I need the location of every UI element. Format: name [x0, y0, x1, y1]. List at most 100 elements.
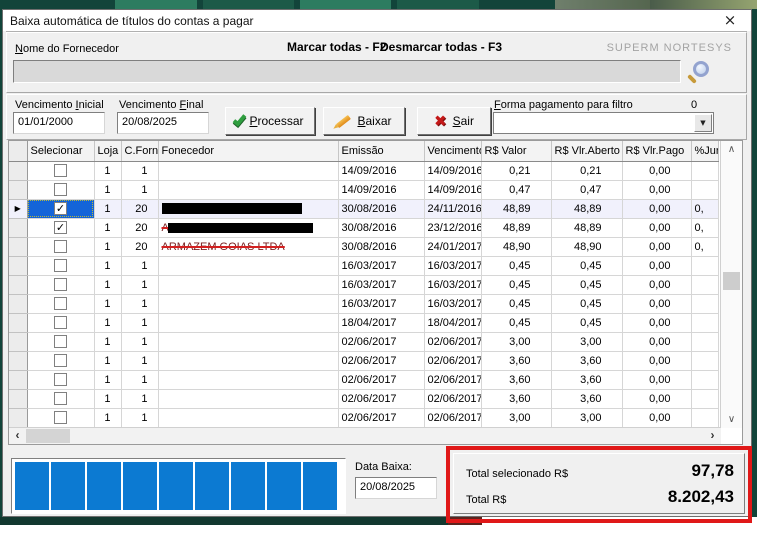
select-cell[interactable]	[27, 332, 94, 351]
vertical-scrollbar[interactable]: ∧ ∨	[720, 141, 742, 428]
table-row: 1102/06/201702/06/20173,003,000,00	[9, 408, 718, 427]
cell-vencimento: 02/06/2017	[424, 332, 481, 351]
select-cell[interactable]	[27, 237, 94, 256]
venc-final-input[interactable]: 20/08/2025	[117, 112, 209, 134]
select-cell[interactable]: ✓	[27, 218, 94, 237]
row-checkbox[interactable]	[54, 373, 67, 386]
column-header[interactable]: R$ Valor	[481, 141, 551, 161]
cell-valor: 0,45	[481, 256, 551, 275]
cell-vencimento: 24/01/2017	[424, 237, 481, 256]
select-cell[interactable]	[27, 256, 94, 275]
cell-vlr-aberto: 3,00	[551, 332, 622, 351]
baixar-button[interactable]: Baixar	[323, 107, 405, 135]
column-header[interactable]: Selecionar	[27, 141, 94, 161]
row-checkbox[interactable]	[54, 392, 67, 405]
supplier-input[interactable]	[13, 60, 681, 83]
cell-valor: 3,00	[481, 332, 551, 351]
chevron-down-icon[interactable]: ▼	[694, 114, 712, 132]
cell-vlr-pago: 0,00	[622, 332, 691, 351]
row-checkbox[interactable]: ✓	[54, 221, 67, 234]
column-header[interactable]: Vencimento	[424, 141, 481, 161]
mark-all-label[interactable]: Marcar todas - F2	[287, 40, 386, 54]
cell-emissao: 18/04/2017	[338, 313, 424, 332]
cell-emissao: 02/06/2017	[338, 408, 424, 427]
close-icon[interactable]: ×	[715, 10, 745, 31]
row-gutter	[9, 389, 27, 408]
row-checkbox[interactable]	[54, 297, 67, 310]
select-cell[interactable]	[27, 351, 94, 370]
select-cell[interactable]	[27, 294, 94, 313]
data-baixa-input[interactable]: 20/08/2025	[355, 477, 437, 499]
row-checkbox[interactable]	[54, 354, 67, 367]
table-row: 120ARMAZEM GOIAS LTDA30/08/201624/01/201…	[9, 237, 718, 256]
processar-button[interactable]: Processar	[225, 107, 315, 135]
cell-fornecedor	[158, 370, 338, 389]
horizontal-scroll-thumb[interactable]	[26, 429, 70, 443]
column-header[interactable]: Emissão	[338, 141, 424, 161]
row-gutter	[9, 294, 27, 313]
column-header[interactable]: C.Forn.	[121, 141, 158, 161]
cell-loja: 1	[94, 408, 121, 427]
select-cell[interactable]: ✓	[27, 199, 94, 218]
unmark-all-label[interactable]: Desmarcar todas - F3	[380, 40, 502, 54]
row-checkbox[interactable]	[54, 316, 67, 329]
clear-filter-eraser-icon[interactable]	[720, 109, 745, 131]
row-gutter	[9, 370, 27, 389]
title-bar[interactable]: Baixa automática de títulos do contas a …	[3, 10, 751, 31]
progress-block	[123, 462, 157, 510]
row-checkbox[interactable]	[54, 259, 67, 272]
cell-valor: 0,45	[481, 294, 551, 313]
vertical-scroll-thumb[interactable]	[723, 272, 740, 290]
column-header[interactable]: Loja	[94, 141, 121, 161]
row-checkbox[interactable]	[54, 278, 67, 291]
horizontal-scrollbar[interactable]: ‹ ›	[9, 427, 721, 444]
select-cell[interactable]	[27, 389, 94, 408]
select-cell[interactable]	[27, 313, 94, 332]
row-checkbox[interactable]	[54, 411, 67, 424]
scroll-down-icon[interactable]: ∨	[721, 411, 742, 428]
venc-final-label: Vencimento Final	[119, 99, 203, 111]
column-header[interactable]: R$ Vlr.Aberto	[551, 141, 622, 161]
sair-button[interactable]: ✖ Sair	[417, 107, 491, 135]
row-checkbox[interactable]	[54, 164, 67, 177]
column-header[interactable]: Fonecedor	[158, 141, 338, 161]
select-cell[interactable]	[27, 161, 94, 180]
cell-vlr-aberto: 0,45	[551, 313, 622, 332]
cell-fornecedor	[158, 313, 338, 332]
titles-grid: SelecionarLojaC.Forn.FonecedorEmissãoVen…	[8, 140, 743, 445]
scroll-right-icon[interactable]: ›	[704, 428, 721, 444]
cell-vlr-aberto: 0,45	[551, 275, 622, 294]
column-header[interactable]: R$ Vlr.Pago	[622, 141, 691, 161]
select-cell[interactable]	[27, 370, 94, 389]
row-gutter	[9, 351, 27, 370]
window-title: Baixa automática de títulos do contas a …	[10, 14, 254, 28]
grid-table: SelecionarLojaC.Forn.FonecedorEmissãoVen…	[9, 141, 719, 428]
search-icon[interactable]	[693, 61, 709, 77]
cell-juros	[691, 370, 718, 389]
row-checkbox[interactable]	[54, 183, 67, 196]
scroll-up-icon[interactable]: ∧	[721, 141, 742, 158]
cell-juros	[691, 313, 718, 332]
row-gutter	[9, 313, 27, 332]
clear-supplier-eraser-icon[interactable]	[719, 60, 744, 82]
cell-vlr-pago: 0,00	[622, 351, 691, 370]
select-cell[interactable]	[27, 408, 94, 427]
venc-inicial-input[interactable]: 01/01/2000	[13, 112, 105, 134]
cell-emissao: 02/06/2017	[338, 332, 424, 351]
row-checkbox[interactable]	[54, 240, 67, 253]
cell-valor: 3,60	[481, 351, 551, 370]
scroll-left-icon[interactable]: ‹	[9, 428, 26, 444]
background-wallpaper-fragment	[555, 0, 650, 9]
forma-pagamento-dropdown[interactable]: ▼	[493, 112, 714, 134]
cell-valor: 0,21	[481, 161, 551, 180]
cell-loja: 1	[94, 351, 121, 370]
row-checkbox[interactable]	[54, 335, 67, 348]
cell-fornecedor	[158, 351, 338, 370]
column-header[interactable]: %Juros	[691, 141, 718, 161]
screen: Baixa automática de títulos do contas a …	[0, 0, 757, 538]
venc-inicial-label: Vencimento Inicial	[15, 99, 104, 111]
row-checkbox[interactable]: ✓	[54, 202, 67, 215]
select-cell[interactable]	[27, 275, 94, 294]
select-cell[interactable]	[27, 180, 94, 199]
cell-vencimento: 24/11/2016	[424, 199, 481, 218]
